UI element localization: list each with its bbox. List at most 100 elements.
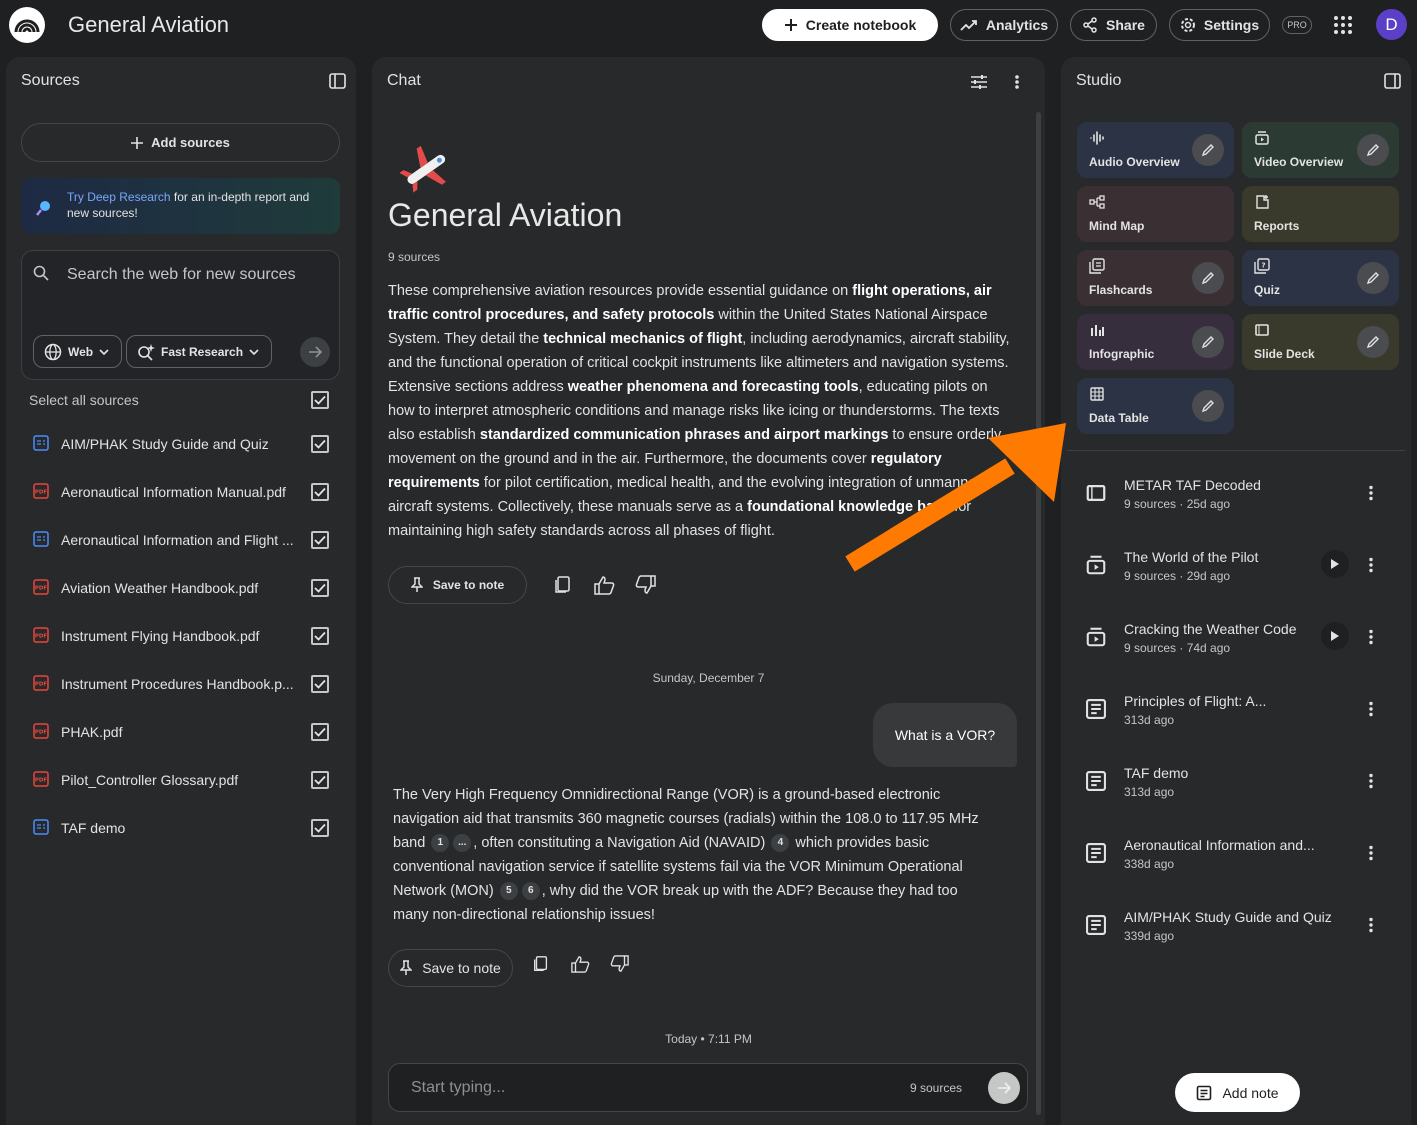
citation-chip[interactable]: 5 <box>499 882 518 901</box>
pdf-icon: PDF <box>33 771 49 787</box>
copy-icon[interactable] <box>553 575 573 595</box>
source-item[interactable]: PDF Aviation Weather Handbook.pdf <box>6 564 356 612</box>
source-item[interactable]: Aeronautical Information and Flight ... <box>6 516 356 564</box>
save-to-note-button[interactable]: Save to note <box>388 949 513 987</box>
more-vert-icon <box>1369 557 1373 573</box>
more-vert-icon[interactable] <box>1369 917 1373 933</box>
source-checkbox[interactable] <box>311 819 329 837</box>
source-checkbox[interactable] <box>311 579 329 597</box>
edit-button[interactable] <box>1357 326 1389 358</box>
more-vert-icon[interactable] <box>1369 629 1373 645</box>
analytics-button[interactable]: Analytics <box>950 9 1058 41</box>
studio-tile[interactable]: Reports <box>1242 186 1399 242</box>
studio-note-item[interactable]: TAF demo 313d ago <box>1061 752 1411 824</box>
share-button[interactable]: Share <box>1070 9 1157 41</box>
studio-tile[interactable]: Flashcards <box>1077 250 1234 306</box>
notebooklm-logo-icon[interactable] <box>9 7 45 43</box>
source-item[interactable]: AIM/PHAK Study Guide and Quiz <box>6 420 356 468</box>
deep-research-link[interactable]: Try Deep Research <box>67 190 171 204</box>
answer-text: , often constituting a Navigation Aid (N… <box>473 835 770 851</box>
studio-tile[interactable]: Slide Deck <box>1242 314 1399 370</box>
studio-note-item[interactable]: The World of the Pilot 9 sources · 29d ag… <box>1061 536 1411 608</box>
source-checkbox[interactable] <box>311 531 329 549</box>
chat-scrollbar[interactable] <box>1036 112 1041 1115</box>
pencil-icon <box>1366 336 1379 349</box>
edit-button[interactable] <box>1192 326 1224 358</box>
play-icon <box>1331 631 1339 641</box>
studio-note-item[interactable]: AIM/PHAK Study Guide and Quiz 339d ago <box>1061 896 1411 968</box>
edit-button[interactable] <box>1192 390 1224 422</box>
edit-button[interactable] <box>1357 262 1389 294</box>
note-subtitle: 313d ago <box>1124 713 1175 727</box>
save-to-note-button[interactable]: Save to note <box>388 566 527 604</box>
notebook-title[interactable]: General Aviation <box>68 12 229 38</box>
studio-tile[interactable]: Video Overview <box>1242 122 1399 178</box>
pencil-icon <box>1366 272 1379 285</box>
svg-text:PDF: PDF <box>35 682 48 688</box>
studio-tile[interactable]: Audio Overview <box>1077 122 1234 178</box>
thumbs-down-icon[interactable] <box>610 955 630 973</box>
pin-icon <box>400 960 413 975</box>
source-item[interactable]: PDF Instrument Procedures Handbook.p... <box>6 660 356 708</box>
more-vert-icon[interactable] <box>1015 73 1019 91</box>
source-checkbox[interactable] <box>311 435 329 453</box>
citation-chip[interactable]: ... <box>453 834 472 853</box>
copy-icon[interactable] <box>532 955 550 973</box>
source-checkbox[interactable] <box>311 483 329 501</box>
studio-tile[interactable]: Infographic <box>1077 314 1234 370</box>
collapse-panel-icon[interactable] <box>329 73 346 89</box>
edit-button[interactable] <box>1192 134 1224 166</box>
add-sources-button[interactable]: Add sources <box>21 123 340 162</box>
source-checkbox[interactable] <box>311 723 329 741</box>
more-vert-icon[interactable] <box>1369 773 1373 789</box>
pin-icon <box>410 577 423 592</box>
thumbs-up-icon[interactable] <box>570 955 590 973</box>
studio-tile[interactable]: Mind Map <box>1077 186 1234 242</box>
settings-button[interactable]: Settings <box>1169 9 1270 41</box>
play-button[interactable] <box>1321 622 1349 650</box>
source-item[interactable]: PDF Aeronautical Information Manual.pdf <box>6 468 356 516</box>
web-search-box[interactable]: Search the web for new sources Web Fast … <box>21 250 340 380</box>
collapse-panel-icon[interactable] <box>1384 73 1401 89</box>
source-item[interactable]: PDF PHAK.pdf <box>6 708 356 756</box>
submit-search-button[interactable] <box>300 337 330 367</box>
thumbs-up-icon[interactable] <box>593 575 615 595</box>
search-input[interactable]: Search the web for new sources <box>67 266 296 284</box>
studio-note-item[interactable]: Cracking the Weather Code 9 sources · 74d… <box>1061 608 1411 680</box>
send-button[interactable] <box>988 1072 1020 1104</box>
studio-tile[interactable]: Data Table <box>1077 378 1234 434</box>
fast-research-dropdown[interactable]: Fast Research <box>126 335 272 368</box>
more-vert-icon[interactable] <box>1369 485 1373 501</box>
studio-tile[interactable]: ? Quiz <box>1242 250 1399 306</box>
web-source-dropdown[interactable]: Web <box>33 335 122 368</box>
chat-input[interactable] <box>389 1064 869 1111</box>
edit-button[interactable] <box>1357 134 1389 166</box>
tune-icon[interactable] <box>970 73 988 91</box>
source-item[interactable]: PDF Pilot_Controller Glossary.pdf <box>6 756 356 804</box>
citation-chip[interactable]: 4 <box>771 834 790 853</box>
edit-button[interactable] <box>1192 262 1224 294</box>
source-item[interactable]: PDF Instrument Flying Handbook.pdf <box>6 612 356 660</box>
more-vert-icon[interactable] <box>1369 701 1373 717</box>
create-notebook-button[interactable]: Create notebook <box>762 9 938 41</box>
source-checkbox[interactable] <box>311 627 329 645</box>
play-button[interactable] <box>1321 550 1349 578</box>
thumbs-down-icon[interactable] <box>635 575 657 595</box>
apps-grid-icon[interactable] <box>1333 15 1353 35</box>
avatar[interactable]: D <box>1376 9 1407 40</box>
deep-research-banner[interactable]: Try Deep Research for an in-depth report… <box>21 178 340 234</box>
more-vert-icon[interactable] <box>1369 845 1373 861</box>
source-item[interactable]: TAF demo <box>6 804 356 852</box>
source-checkbox[interactable] <box>311 675 329 693</box>
citation-chip[interactable]: 1 <box>431 834 450 853</box>
select-all-checkbox[interactable] <box>311 391 329 409</box>
add-note-button[interactable]: Add note <box>1175 1073 1300 1112</box>
studio-note-item[interactable]: Aeronautical Information and... 338d ago <box>1061 824 1411 896</box>
citation-chip[interactable]: 6 <box>521 882 540 901</box>
magnifier-sparkle-icon <box>35 199 53 217</box>
source-checkbox[interactable] <box>311 771 329 789</box>
flashcards-icon <box>1089 258 1105 274</box>
more-vert-icon[interactable] <box>1369 557 1373 573</box>
studio-note-item[interactable]: METAR TAF Decoded 9 sources · 25d ago <box>1061 464 1411 536</box>
studio-note-item[interactable]: Principles of Flight: A... 313d ago <box>1061 680 1411 752</box>
